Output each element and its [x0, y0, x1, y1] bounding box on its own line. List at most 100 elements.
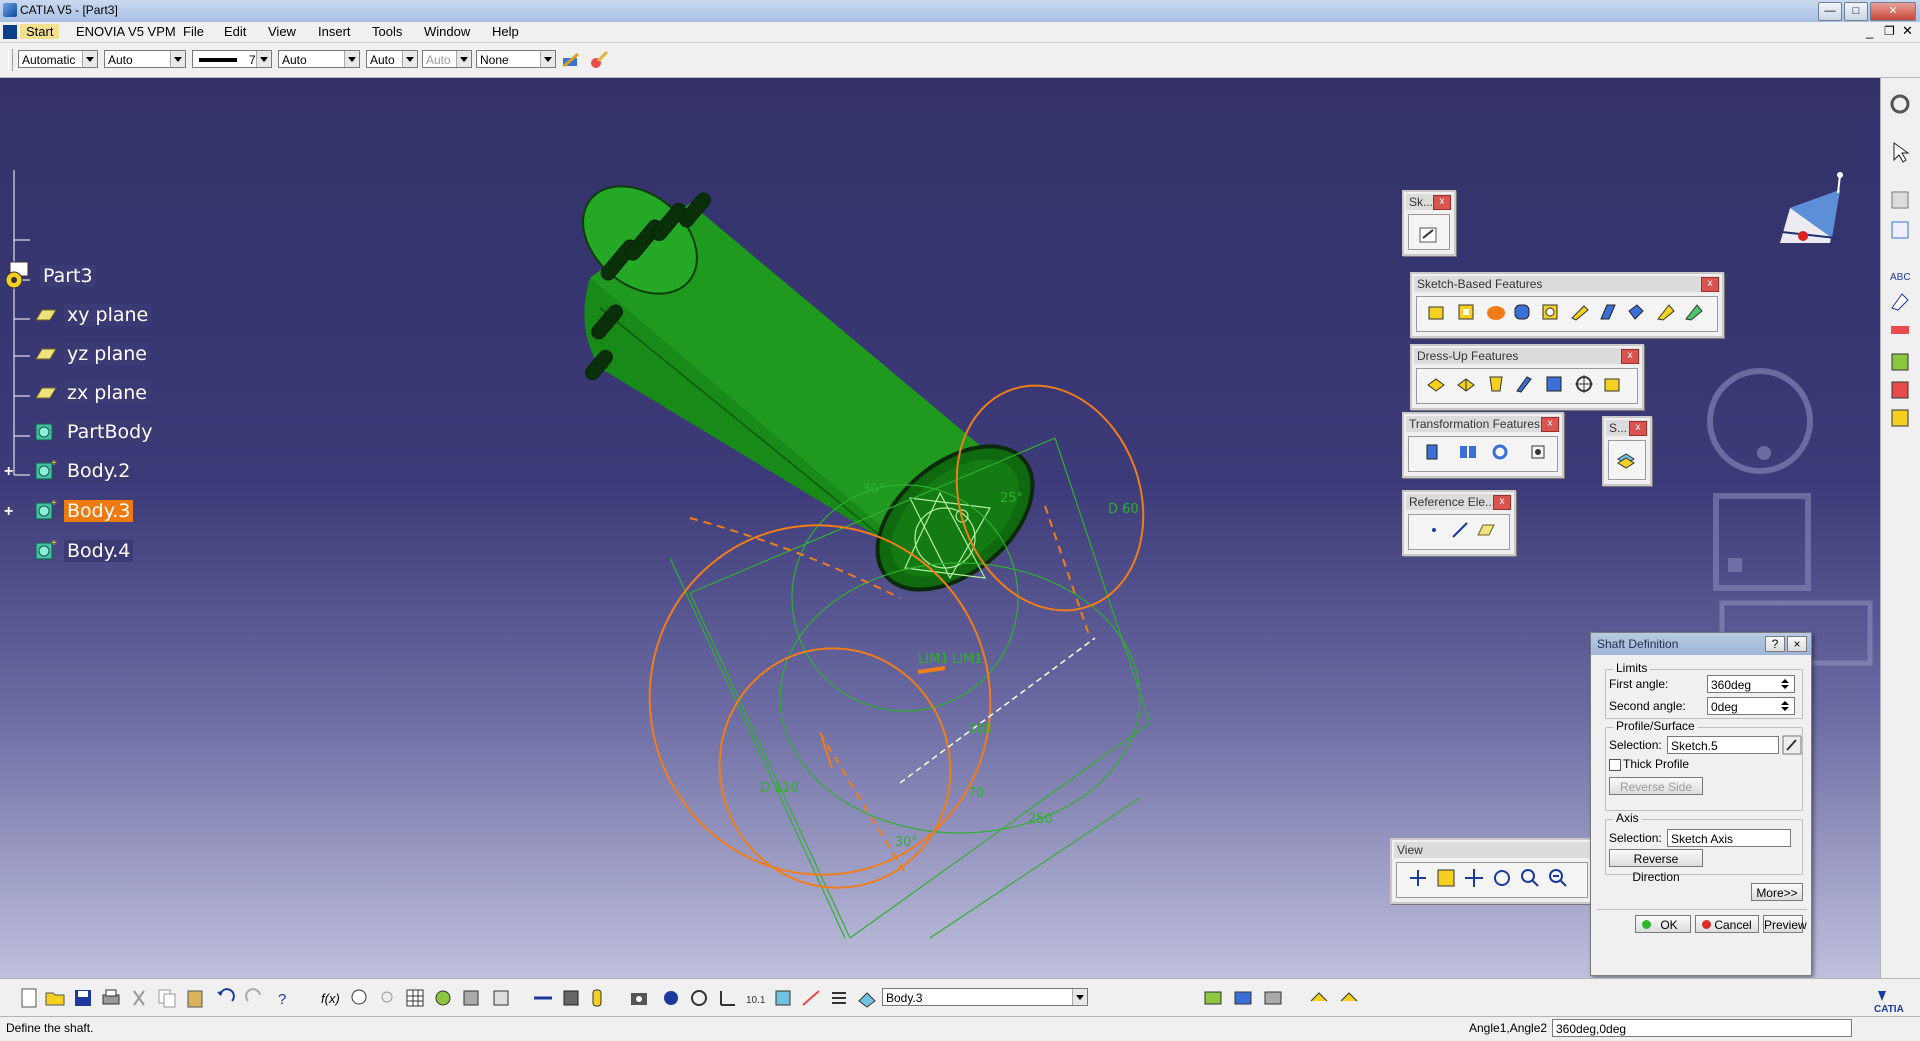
toolbar-grip[interactable]: [8, 49, 13, 71]
maximize-button[interactable]: □: [1844, 2, 1868, 21]
hole-icon[interactable]: [1539, 301, 1561, 323]
tree-item-body2[interactable]: Body.2: [64, 460, 134, 482]
menu-tools[interactable]: Tools: [372, 24, 402, 39]
document-icon[interactable]: [3, 25, 17, 39]
tree-item-xy-plane[interactable]: xy plane: [64, 304, 152, 326]
chevron-down-icon[interactable]: [170, 51, 185, 67]
toolbar-title[interactable]: Sketch-Based Features: [1414, 276, 1720, 292]
menu-insert[interactable]: Insert: [318, 24, 351, 39]
light-icon[interactable]: [376, 987, 398, 1009]
tree-item-partbody[interactable]: PartBody: [64, 421, 156, 443]
profile-selection-field[interactable]: Sketch.5: [1667, 736, 1779, 754]
constraint-icon[interactable]: [432, 987, 454, 1009]
cancel-button[interactable]: Cancel: [1695, 915, 1759, 933]
scaling-icon[interactable]: [1527, 441, 1549, 463]
groove-icon[interactable]: [1511, 301, 1533, 323]
line-icon[interactable]: [1449, 519, 1471, 541]
grid-icon[interactable]: [404, 987, 426, 1009]
mirror-icon[interactable]: [1457, 441, 1479, 463]
apply-material-icon[interactable]: [1888, 350, 1912, 374]
expand-plus-icon[interactable]: +: [4, 503, 13, 521]
slot-icon[interactable]: [1597, 301, 1619, 323]
body-icon[interactable]: +: [32, 497, 60, 525]
thick-profile-checkbox[interactable]: [1609, 759, 1621, 771]
doc-minimize-button[interactable]: _: [1866, 24, 1873, 39]
comment-icon[interactable]: [348, 987, 370, 1009]
pocket-icon[interactable]: [1455, 301, 1477, 323]
second-angle-field[interactable]: 0deg: [1707, 697, 1795, 715]
measure-icon[interactable]: [1888, 316, 1912, 340]
toolbar-close-button[interactable]: x: [1433, 195, 1451, 210]
tree-item-body3[interactable]: Body.3: [64, 500, 134, 522]
chamfer-icon[interactable]: [1455, 373, 1477, 395]
list-icon[interactable]: [828, 987, 850, 1009]
close-window-button[interactable]: ✕: [1870, 2, 1916, 21]
menu-view[interactable]: View: [268, 24, 296, 39]
remove-icon[interactable]: [1262, 987, 1284, 1009]
axis-system-icon[interactable]: [716, 987, 738, 1009]
toolbar-title[interactable]: Dress-Up Features: [1414, 348, 1640, 364]
sketch-analysis-icon[interactable]: [1888, 218, 1912, 242]
menu-help[interactable]: Help: [492, 24, 519, 39]
catalog-icon[interactable]: [1888, 378, 1912, 402]
fly-mode-icon[interactable]: [1407, 867, 1429, 889]
menu-enovia[interactable]: ENOVIA V5 VPM: [76, 24, 176, 39]
paste-icon[interactable]: [184, 987, 206, 1009]
translation-icon[interactable]: [1421, 441, 1443, 463]
current-body-combo[interactable]: Body.3: [882, 988, 1088, 1006]
move-axis-icon[interactable]: [532, 987, 554, 1009]
thickness-icon[interactable]: [1543, 373, 1565, 395]
color-combo[interactable]: Automatic: [18, 50, 98, 68]
toolbar-close-button[interactable]: x: [1701, 277, 1719, 292]
formula-icon[interactable]: f(x): [320, 987, 342, 1009]
add-icon[interactable]: [1232, 987, 1254, 1009]
spin-arrows-icon[interactable]: [1778, 699, 1792, 713]
toolbar-close-button[interactable]: x: [1629, 421, 1647, 436]
rotate-icon[interactable]: [1491, 867, 1513, 889]
sketch-icon[interactable]: [1417, 223, 1439, 245]
split-icon[interactable]: [1615, 449, 1637, 471]
more-button[interactable]: More>>: [1751, 883, 1803, 901]
plane-icon[interactable]: [32, 345, 58, 363]
apply-material-icon[interactable]: [588, 49, 610, 71]
power-input-field[interactable]: 360deg,0deg: [1552, 1019, 1852, 1037]
sketch-tool-icon[interactable]: [1888, 188, 1912, 212]
menu-window[interactable]: Window: [424, 24, 470, 39]
draft-icon[interactable]: [1485, 373, 1507, 395]
pad-icon[interactable]: [1425, 301, 1447, 323]
save-icon[interactable]: [72, 987, 94, 1009]
toolbar-close-button[interactable]: x: [1493, 495, 1511, 510]
part-tree-icon[interactable]: [660, 987, 682, 1009]
fit-all-in-icon[interactable]: [1435, 867, 1457, 889]
sketch-based-features-toolbar[interactable]: Sketch-Based Features x: [1410, 272, 1724, 338]
chevron-down-icon[interactable]: [344, 51, 359, 67]
tree-item-body4[interactable]: Body.4: [64, 540, 134, 562]
new-file-icon[interactable]: [18, 987, 40, 1009]
surface-based-toolbar[interactable]: S... x: [1602, 416, 1652, 486]
remove-face-icon[interactable]: [1601, 373, 1623, 395]
gear-icon[interactable]: [1888, 92, 1912, 116]
orbit-icon[interactable]: [688, 987, 710, 1009]
axis-selection-field[interactable]: Sketch Axis: [1667, 829, 1791, 847]
rendering-combo[interactable]: None: [476, 50, 556, 68]
doc-restore-button[interactable]: ❐: [1884, 24, 1895, 38]
pan-icon[interactable]: [1463, 867, 1485, 889]
pattern-icon[interactable]: [1489, 441, 1511, 463]
rib-icon[interactable]: [1569, 301, 1591, 323]
undo-icon[interactable]: [214, 987, 236, 1009]
part-cylinder[interactable]: [562, 164, 1059, 618]
print-icon[interactable]: [100, 987, 122, 1009]
sketch-edit-icon[interactable]: [1782, 735, 1802, 755]
expand-plus-icon[interactable]: +: [4, 463, 13, 481]
plane-icon[interactable]: [32, 384, 58, 402]
redo-icon[interactable]: [244, 987, 266, 1009]
chevron-down-icon[interactable]: [82, 51, 97, 67]
dialog-close-button[interactable]: ×: [1787, 636, 1807, 652]
point-icon[interactable]: [1423, 519, 1445, 541]
measure-item-icon[interactable]: 10.1: [744, 987, 766, 1009]
toolbar-title[interactable]: View: [1394, 842, 1590, 858]
spin-arrows-icon[interactable]: [1778, 677, 1792, 691]
chevron-down-icon[interactable]: [540, 51, 555, 67]
scan-icon[interactable]: [800, 987, 822, 1009]
plane-icon[interactable]: [1475, 519, 1497, 541]
